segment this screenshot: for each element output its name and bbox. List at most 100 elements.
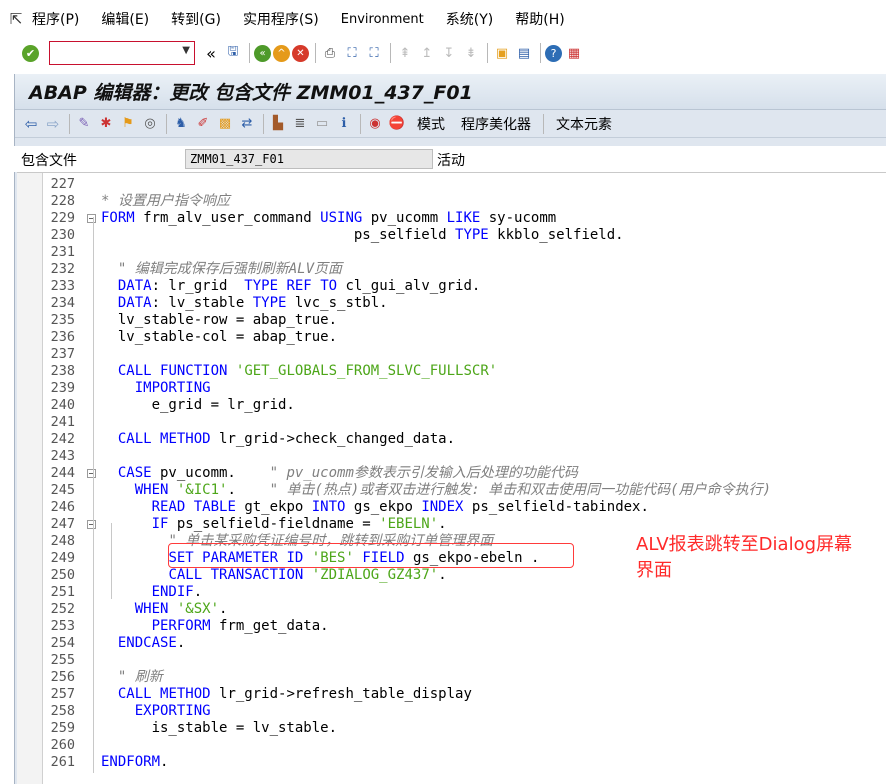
code-line[interactable]: 234 DATA: lv_stable TYPE lvc_s_stbl. [43, 295, 886, 312]
back-icon[interactable]: « [254, 44, 271, 62]
code-line[interactable]: 233 DATA: lr_grid TYPE REF TO cl_gui_alv… [43, 278, 886, 295]
chevron-down-icon[interactable]: ▼ [182, 45, 190, 56]
back-arrow-icon[interactable]: ⇦ [21, 114, 41, 134]
test-icon[interactable]: ◎ [140, 114, 160, 134]
line-number: 244 [50, 465, 75, 481]
code-line[interactable]: 227 [43, 176, 886, 193]
outline-icon[interactable]: ≣ [290, 114, 310, 134]
navigate-icon[interactable]: ⇄ [237, 114, 257, 134]
code-line[interactable]: 232 " 编辑完成保存后强制刷新ALV页面 [43, 261, 886, 278]
prev-page-icon[interactable]: ↥ [417, 43, 437, 63]
code-text: ENDCASE. [117, 635, 186, 651]
check-icon[interactable]: ✱ [96, 114, 116, 134]
code-line[interactable]: 238 CALL FUNCTION 'GET_GLOBALS_FROM_SLVC… [43, 363, 886, 380]
fold-line [93, 472, 94, 635]
line-number: 230 [50, 227, 75, 243]
line-number: 238 [50, 363, 75, 379]
code-line[interactable]: 236 lv_stable-col = abap_true. [43, 329, 886, 346]
code-line[interactable]: 228 * 设置用户指令响应 [43, 193, 886, 210]
code-line[interactable]: 244 CASE pv_ucomm. " pv_ucomm参数表示引发输入后处理… [43, 465, 886, 482]
find-next-icon[interactable]: ⛶ [364, 43, 384, 63]
code-line[interactable]: 229 FORM frm_alv_user_command USING pv_uc… [43, 210, 886, 227]
breakpoint-icon[interactable]: ◉ [365, 114, 385, 134]
code-line[interactable]: 230 ps_selfield TYPE kkblo_selfield. [43, 227, 886, 244]
line-number: 260 [50, 737, 75, 753]
shortcut-icon[interactable]: ▤ [514, 43, 534, 63]
create-session-icon[interactable]: ▣ [492, 43, 512, 63]
menu-program[interactable]: 程序(P) [32, 9, 79, 29]
code-line[interactable]: 257 CALL METHOD lr_grid->refresh_table_d… [43, 686, 886, 703]
last-page-icon[interactable]: ⇟ [461, 43, 481, 63]
code-line[interactable]: 260 [43, 737, 886, 754]
double-chevron-icon[interactable]: « [201, 43, 221, 63]
code-line[interactable]: 258 EXPORTING [43, 703, 886, 720]
menu-environment[interactable]: Environment [341, 12, 424, 27]
toggle-display-change-icon[interactable]: ✎ [74, 114, 94, 134]
code-line[interactable]: 240 e_grid = lr_grid. [43, 397, 886, 414]
menu-utilities[interactable]: 实用程序(S) [243, 9, 319, 29]
stop-icon[interactable]: ⛔ [387, 114, 407, 134]
code-line[interactable]: 239 IMPORTING [43, 380, 886, 397]
code-line[interactable]: 255 [43, 652, 886, 669]
code-text: IF ps_selfield-fieldname = 'EBELN'. [151, 516, 447, 532]
cancel-icon[interactable]: ✕ [292, 44, 309, 62]
code-line[interactable]: 243 [43, 448, 886, 465]
code-line[interactable]: 261 ENDFORM. [43, 754, 886, 771]
code-line[interactable]: 256 " 刷新 [43, 669, 886, 686]
wand-icon[interactable]: ✐ [193, 114, 213, 134]
next-page-icon[interactable]: ↧ [439, 43, 459, 63]
pretty-printer-button[interactable]: 程序美化器 [461, 114, 531, 134]
code-line[interactable]: 237 [43, 346, 886, 363]
first-page-icon[interactable]: ⇞ [395, 43, 415, 63]
code-line[interactable]: 254 ENDCASE. [43, 635, 886, 652]
help-icon[interactable]: ? [545, 44, 562, 62]
line-number: 239 [50, 380, 75, 396]
line-number: 259 [50, 720, 75, 736]
code-text: ENDFORM. [101, 754, 169, 770]
code-line[interactable]: 241 [43, 414, 886, 431]
activate-icon[interactable]: ⚑ [118, 114, 138, 134]
print-icon[interactable]: ⎙ [320, 43, 340, 63]
code-line[interactable]: 252 WHEN '&SX'. [43, 601, 886, 618]
menu-edit[interactable]: 编辑(E) [101, 9, 149, 29]
code-line[interactable]: 235 lv_stable-row = abap_true. [43, 312, 886, 329]
menu-goto[interactable]: 转到(G) [171, 9, 221, 29]
collapse-block-icon[interactable] [87, 520, 96, 529]
code-line[interactable]: 247 IF ps_selfield-fieldname = 'EBELN'. [43, 516, 886, 533]
code-text: CALL METHOD lr_grid->check_changed_data. [117, 431, 456, 447]
save-icon[interactable]: 🖫 [223, 43, 243, 63]
code-line[interactable]: 245 WHEN '&IC1'. " 单击(热点)或者双击进行触发: 单击和双击… [43, 482, 886, 499]
collapse-block-icon[interactable] [87, 214, 96, 223]
enter-icon[interactable]: ✔ [22, 44, 39, 62]
forward-arrow-icon[interactable]: ⇨ [43, 114, 63, 134]
find-icon[interactable]: ⛶ [342, 43, 362, 63]
line-number: 246 [50, 499, 75, 515]
code-line[interactable]: 253 PERFORM frm_get_data. [43, 618, 886, 635]
code-line[interactable]: 242 CALL METHOD lr_grid->check_changed_d… [43, 431, 886, 448]
code-line[interactable]: 246 READ TABLE gt_ekpo INTO gs_ekpo INDE… [43, 499, 886, 516]
where-used-icon[interactable]: ♞ [171, 114, 191, 134]
collapse-block-icon[interactable] [87, 469, 96, 478]
code-line[interactable]: 251 ENDIF. [43, 584, 886, 601]
include-name-field[interactable]: ZMM01_437_F01 [185, 149, 433, 169]
menu-system[interactable]: 系统(Y) [446, 9, 493, 29]
code-text: PERFORM frm_get_data. [151, 618, 329, 634]
code-text: CALL FUNCTION 'GET_GLOBALS_FROM_SLVC_FUL… [117, 363, 498, 379]
line-number: 242 [50, 431, 75, 447]
code-editor[interactable]: 227 228 * 设置用户指令响应 229 FORM frm_alv_user_com… [17, 172, 886, 784]
customize-layout-icon[interactable]: ▦ [564, 43, 584, 63]
exit-icon[interactable]: ^ [273, 44, 290, 62]
include-row: 包含文件 ZMM01_437_F01 活动 [1, 146, 886, 172]
text-elements-button[interactable]: 文本元素 [556, 114, 612, 134]
info-icon[interactable]: ℹ [334, 114, 354, 134]
system-menu-icon[interactable]: ⇱ [0, 0, 32, 38]
code-line[interactable]: 259 is_stable = lv_stable. [43, 720, 886, 737]
command-field[interactable]: ▼ [49, 41, 195, 65]
code-line[interactable]: 231 [43, 244, 886, 261]
hierarchy-icon[interactable]: ▙ [268, 114, 288, 134]
pattern-icon[interactable]: ▩ [215, 114, 235, 134]
line-number: 240 [50, 397, 75, 413]
display-object-list-icon[interactable]: ▭ [312, 114, 332, 134]
menu-help[interactable]: 帮助(H) [515, 9, 564, 29]
mode-button[interactable]: 模式 [417, 114, 445, 134]
